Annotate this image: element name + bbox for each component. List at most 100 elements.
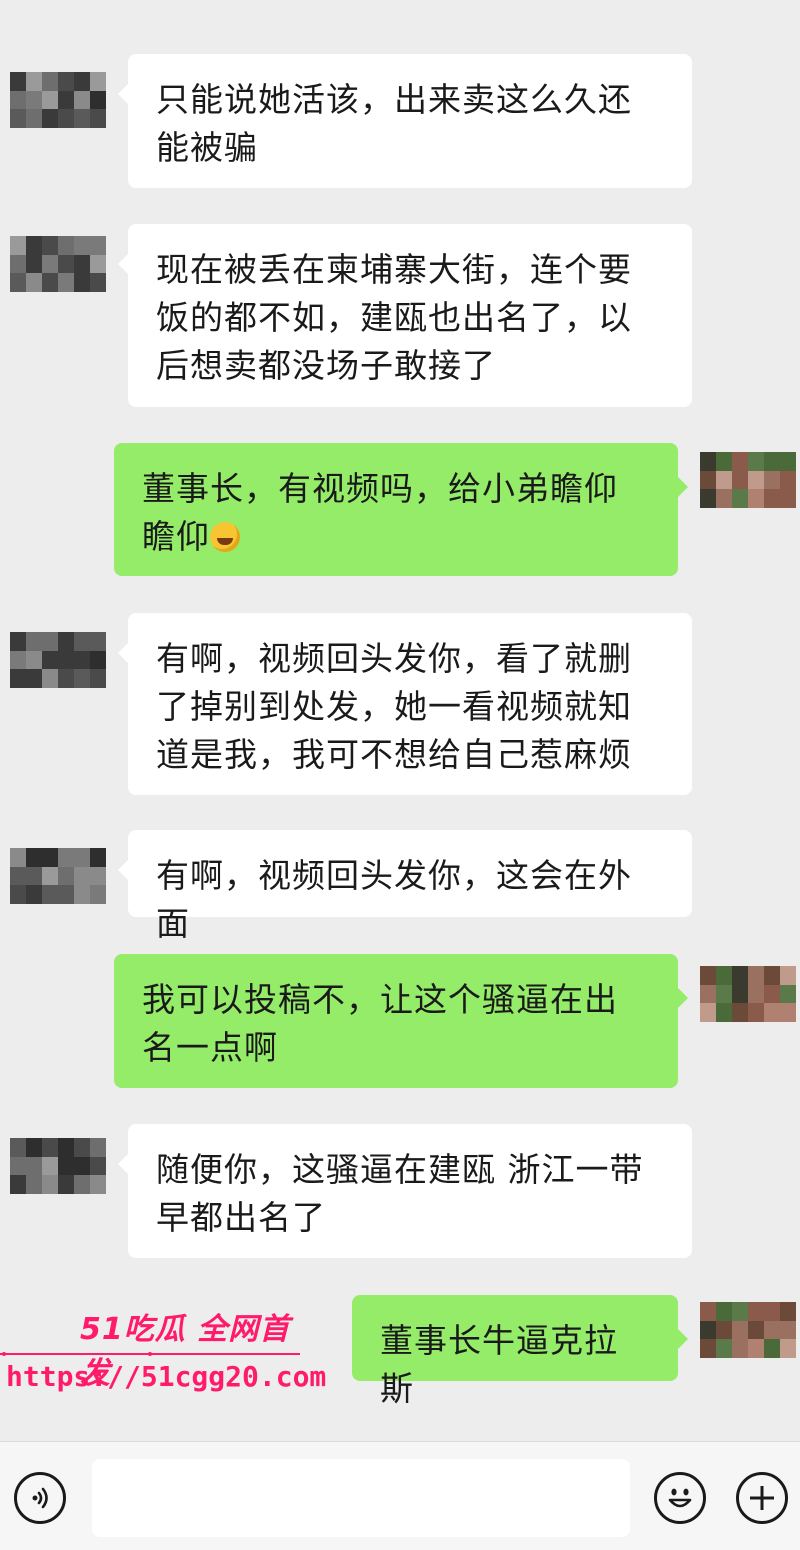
- avatar-pixel: [26, 650, 42, 670]
- avatar[interactable]: [10, 848, 106, 904]
- avatar-pixel: [58, 109, 74, 128]
- avatar-pixel: [732, 1302, 748, 1321]
- avatar-pixel: [26, 273, 42, 292]
- avatar-pixel: [90, 109, 106, 128]
- avatar[interactable]: [700, 966, 796, 1022]
- avatar-pixel: [42, 109, 58, 128]
- avatar-pixel: [90, 650, 106, 670]
- voice-waves-icon: [32, 1487, 48, 1509]
- avatar-pixel: [732, 489, 748, 508]
- avatar-pixel: [716, 966, 732, 985]
- emoji-icon[interactable]: [654, 1472, 706, 1524]
- avatar-pixel: [74, 885, 90, 904]
- avatar-pixel: [748, 1339, 764, 1358]
- avatar-pixel: [58, 669, 74, 688]
- avatar-pixel: [90, 273, 106, 292]
- message-bubble[interactable]: 董事长，有视频吗，给小弟瞻仰瞻仰: [114, 443, 688, 576]
- avatar-pixel: [74, 236, 90, 255]
- avatar-pixel: [748, 489, 764, 508]
- avatar-pixel: [780, 489, 796, 508]
- message-bubble[interactable]: 只能说她活该，出来卖这么久还能被骗: [118, 54, 692, 188]
- avatar-pixel: [780, 470, 796, 490]
- avatar[interactable]: [10, 1138, 106, 1194]
- avatar-pixel: [42, 273, 58, 292]
- avatar-pixel: [42, 632, 58, 651]
- avatar-pixel: [732, 1003, 748, 1022]
- avatar-pixel: [716, 1003, 732, 1022]
- avatar-pixel: [74, 90, 90, 110]
- avatar-pixel: [58, 885, 74, 904]
- avatar-pixel: [780, 1339, 796, 1358]
- avatar-pixel: [26, 1175, 42, 1194]
- avatar-pixel: [58, 90, 74, 110]
- message-bubble[interactable]: 现在被丢在柬埔寨大街，连个要饭的都不如，建瓯也出名了，以后想卖都没场子敢接了: [118, 224, 692, 407]
- avatar-pixel: [764, 1003, 780, 1022]
- avatar-pixel: [90, 669, 106, 688]
- avatar-pixel: [26, 885, 42, 904]
- avatar-pixel: [58, 848, 74, 867]
- avatar[interactable]: [700, 452, 796, 508]
- avatar-pixel: [748, 452, 764, 471]
- avatar-pixel: [90, 1156, 106, 1176]
- avatar[interactable]: [700, 1302, 796, 1358]
- watermark-circuit-line: [0, 1352, 300, 1356]
- avatar-pixel: [716, 470, 732, 490]
- avatar-pixel: [732, 470, 748, 490]
- avatar-pixel: [700, 966, 716, 985]
- avatar-pixel: [42, 1156, 58, 1176]
- avatar-pixel: [42, 1138, 58, 1157]
- avatar-pixel: [764, 966, 780, 985]
- avatar-pixel: [700, 1320, 716, 1340]
- plus-icon[interactable]: [736, 1472, 788, 1524]
- chat-area[interactable]: 只能说她活该，出来卖这么久还能被骗 现在被丢在柬埔寨大街，连个要饭的都不如，建瓯…: [0, 0, 800, 1440]
- avatar-pixel: [58, 236, 74, 255]
- voice-icon[interactable]: [14, 1472, 66, 1524]
- message-input[interactable]: [92, 1459, 630, 1537]
- avatar-pixel: [90, 90, 106, 110]
- avatar-pixel: [780, 1320, 796, 1340]
- avatar-pixel: [42, 72, 58, 91]
- avatar-pixel: [90, 632, 106, 651]
- avatar-pixel: [732, 1320, 748, 1340]
- avatar[interactable]: [10, 72, 106, 128]
- avatar-pixel: [74, 1156, 90, 1176]
- watermark: 51吃瓜 全网首发 https://51cgg20.com: [0, 1300, 326, 1410]
- avatar-pixel: [26, 1138, 42, 1157]
- avatar-pixel: [26, 669, 42, 688]
- avatar-pixel: [732, 984, 748, 1004]
- avatar-pixel: [10, 650, 26, 670]
- avatar-pixel: [90, 885, 106, 904]
- avatar-pixel: [10, 1156, 26, 1176]
- message-bubble[interactable]: 有啊，视频回头发你，看了就删了掉别到处发，她一看视频就知道是我，我可不想给自己惹…: [118, 613, 692, 795]
- avatar-pixel: [90, 1175, 106, 1194]
- avatar-pixel: [42, 669, 58, 688]
- avatar-pixel: [748, 984, 764, 1004]
- message-bubble[interactable]: 董事长牛逼克拉斯: [352, 1295, 688, 1408]
- avatar-pixel: [74, 109, 90, 128]
- avatar-pixel: [58, 254, 74, 274]
- avatar-pixel: [10, 109, 26, 128]
- avatar-pixel: [748, 966, 764, 985]
- avatar-pixel: [780, 984, 796, 1004]
- avatar-pixel: [26, 866, 42, 886]
- avatar[interactable]: [10, 236, 106, 292]
- avatar-pixel: [90, 72, 106, 91]
- avatar-pixel: [748, 470, 764, 490]
- avatar-pixel: [90, 254, 106, 274]
- avatar-pixel: [26, 848, 42, 867]
- avatar-pixel: [26, 632, 42, 651]
- avatar-pixel: [26, 90, 42, 110]
- message-bubble[interactable]: 我可以投稿不，让这个骚逼在出名一点啊: [114, 954, 688, 1088]
- avatar-pixel: [10, 669, 26, 688]
- avatar[interactable]: [10, 632, 106, 688]
- avatar-pixel: [716, 489, 732, 508]
- avatar-pixel: [42, 236, 58, 255]
- avatar-pixel: [780, 966, 796, 985]
- message-bubble[interactable]: 随便你，这骚逼在建瓯 浙江一带早都出名了: [118, 1124, 692, 1258]
- avatar-pixel: [748, 1302, 764, 1321]
- avatar-pixel: [90, 848, 106, 867]
- avatar-pixel: [10, 254, 26, 274]
- avatar-pixel: [42, 254, 58, 274]
- message-bubble[interactable]: 有啊，视频回头发你，这会在外面: [118, 830, 692, 943]
- avatar-pixel: [764, 470, 780, 490]
